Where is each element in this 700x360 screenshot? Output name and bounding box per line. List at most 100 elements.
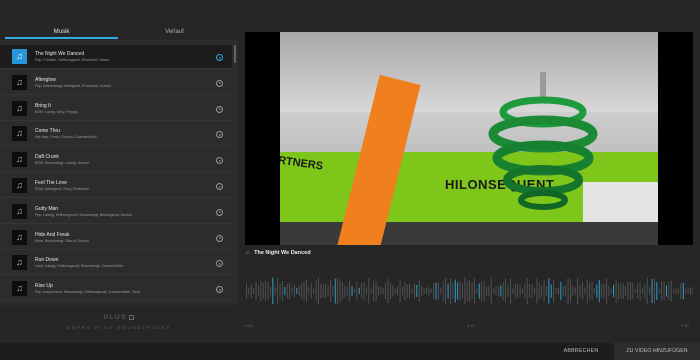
waveform-bar <box>457 282 459 300</box>
waveform-bar <box>627 282 629 300</box>
waveform-bar <box>361 283 363 299</box>
audio-waveform[interactable] <box>245 273 693 309</box>
waveform-bar <box>505 279 507 303</box>
waveform-bar <box>315 280 317 302</box>
track-row[interactable]: ♫ Hide And Freak Kinie, Beschwingt, Skurri… <box>0 226 232 250</box>
waveform-bar <box>344 285 346 297</box>
track-row[interactable]: ♫ Daft Crunk EDM, Beschwingt, Lässig, Dunk… <box>0 148 232 173</box>
waveform-bar <box>454 279 456 303</box>
waveform-bar <box>534 287 535 295</box>
waveform-bar <box>289 282 291 300</box>
waveform-bar <box>306 279 307 303</box>
plus-logo-mark-icon <box>128 314 134 320</box>
music-note-icon: ♫ <box>12 255 27 271</box>
waveform-bar <box>354 288 355 294</box>
music-note-icon: ♫ <box>12 126 27 142</box>
waveform-bar <box>531 284 533 298</box>
waveform-bar <box>430 288 432 294</box>
waveform-bar <box>490 277 492 305</box>
waveform-bar <box>330 280 331 302</box>
waveform-bar <box>394 288 396 294</box>
timeline[interactable]: 0:00 0:15 0:30 <box>245 323 693 331</box>
waveform-bar <box>656 282 658 300</box>
waveform-bar <box>685 287 687 294</box>
waveform-bar <box>464 277 466 305</box>
waveform-bar <box>625 286 627 296</box>
track-row[interactable]: ♫ Run Down Land, Lässig, Hoffnungsvoll, Be… <box>0 251 232 276</box>
play-icon[interactable] <box>216 131 223 139</box>
waveform-bar <box>579 285 581 297</box>
waveform-bar <box>651 278 653 304</box>
track-list[interactable]: ♫ The Night We Danced Pop, Fröhlich, Hoffn… <box>0 45 232 303</box>
waveform-bar <box>584 287 586 295</box>
play-icon[interactable] <box>216 260 223 268</box>
track-tags: Pop, Inspirierend, Beschwingt, Hoffnungs… <box>35 290 141 295</box>
list-scrollbar[interactable] <box>234 45 236 63</box>
add-to-video-button[interactable]: ZU VIDEO HINZUFÜGEN <box>614 343 700 360</box>
waveform-bar <box>620 283 622 299</box>
waveform-bar <box>582 282 583 300</box>
waveform-bar <box>438 282 439 300</box>
track-row[interactable]: ♫ Gutty Man Pop, Lässig, Hoffnungsvoll, Be… <box>0 200 232 224</box>
music-note-icon: ♫ <box>12 49 27 64</box>
tab-history[interactable]: Verlauf <box>118 0 231 40</box>
waveform-bar <box>318 277 319 305</box>
waveform-bar <box>382 288 384 294</box>
waveform-bar <box>594 288 595 295</box>
waveform-bar <box>630 282 631 301</box>
now-playing-title: The Night We Danced <box>254 250 311 256</box>
waveform-bar <box>673 288 675 294</box>
track-row[interactable]: ♫ Rise Up Pop, Inspirierend, Beschwingt, H… <box>0 277 232 302</box>
waveform-bar <box>687 288 689 294</box>
play-icon[interactable] <box>216 183 223 190</box>
waveform-bar <box>358 287 360 294</box>
cancel-button[interactable]: ABBRECHEN <box>548 343 614 360</box>
music-panel: Musik Verlauf ♫ The Night We Danced Pop, F… <box>0 0 238 343</box>
waveform-bar <box>500 285 502 297</box>
waveform-bar <box>577 277 579 305</box>
play-icon[interactable] <box>216 286 223 294</box>
waveform-bar <box>654 278 655 304</box>
waveform-bar <box>555 288 557 295</box>
waveform-bar <box>543 280 545 302</box>
waveform-bar <box>406 284 408 298</box>
play-icon[interactable] <box>216 157 223 165</box>
waveform-bar <box>294 284 295 298</box>
tab-bar: Musik Verlauf <box>0 0 238 40</box>
waveform-bar <box>418 280 420 302</box>
track-row[interactable]: ♫ Bring It EDM, Lustig, Sexy, Peppig <box>0 97 232 121</box>
waveform-bar <box>493 288 495 294</box>
track-row[interactable]: ♫ The Night We Danced Pop, Fröhlich, Hoffn… <box>0 45 232 69</box>
music-note-icon: ♫ <box>12 229 27 245</box>
waveform-bar <box>258 285 259 297</box>
waveform-bar <box>274 287 276 295</box>
track-title: Rise Up <box>35 283 53 290</box>
waveform-bar <box>253 288 255 294</box>
track-tags: Pop, Beschwingt, Aufregend, Erhebend, Du… <box>35 83 111 88</box>
timeline-label: 0:15 <box>467 323 475 328</box>
track-row[interactable]: ♫ Feel The Love EDM, Aufregend, Sexy, Erhe… <box>0 174 232 198</box>
play-icon[interactable] <box>216 79 223 87</box>
waveform-bar <box>675 287 677 295</box>
waveform-bar <box>397 286 399 296</box>
track-row[interactable]: ♫ Come Thru Hip-Hop, Frech, Dunkel, Zuvers… <box>0 122 232 147</box>
waveform-bar <box>349 280 351 302</box>
waveform-bar <box>459 281 461 301</box>
play-icon[interactable] <box>216 54 223 61</box>
video-preview[interactable]: ARTNERS HILONSEQUENT <box>245 32 693 245</box>
play-icon[interactable] <box>216 208 223 216</box>
waveform-bar <box>435 282 437 300</box>
play-icon[interactable] <box>216 234 223 242</box>
waveform-bar <box>562 285 564 297</box>
track-row[interactable]: ♫ Afterglow Pop, Beschwingt, Aufregend, Er… <box>0 71 232 95</box>
tab-music[interactable]: Musik <box>5 0 118 40</box>
waveform-bar <box>337 277 339 305</box>
waveform-bar <box>385 282 387 300</box>
waveform-bar <box>298 286 300 296</box>
waveform-bar <box>296 288 298 294</box>
bottle-chandelier <box>485 72 605 212</box>
music-note-icon: ♫ <box>12 281 27 297</box>
waveform-bar <box>634 289 636 293</box>
waveform-bar <box>486 286 487 296</box>
play-icon[interactable] <box>216 105 223 113</box>
